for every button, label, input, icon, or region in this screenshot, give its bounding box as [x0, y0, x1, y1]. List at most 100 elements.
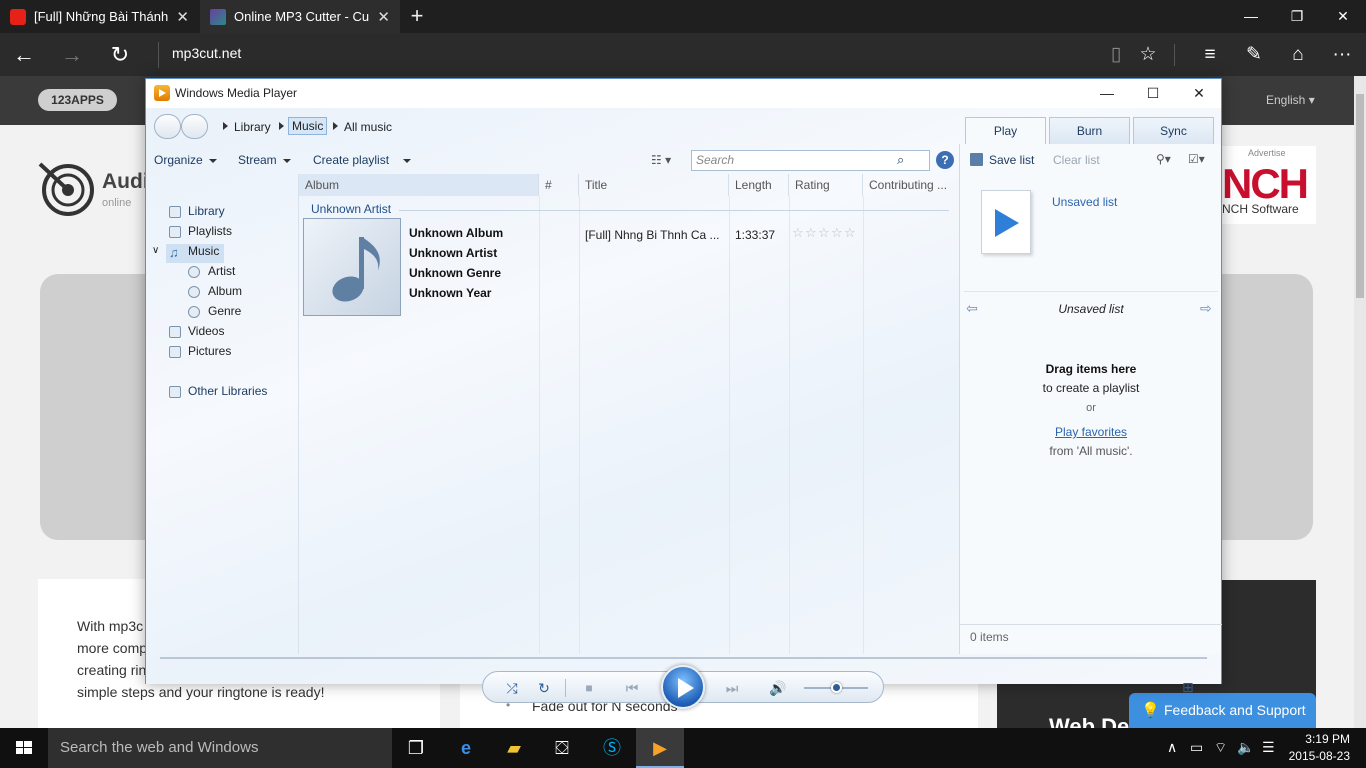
tab-title: Online MP3 Cutter - Cut — [234, 9, 369, 24]
store-icon[interactable]: ⛋ — [538, 728, 586, 768]
reading-view-icon[interactable]: ▯ — [1102, 41, 1130, 69]
nav-other-libraries[interactable]: Other Libraries — [188, 384, 267, 398]
system-clock[interactable]: 3:19 PM 2015-08-23 — [1280, 731, 1350, 765]
rating-star-icon[interactable]: ☆ — [844, 226, 857, 239]
wmp-title: Windows Media Player — [175, 86, 298, 100]
view-options-icon[interactable]: ☷ ▾ — [651, 153, 671, 167]
column-title[interactable]: Title — [579, 174, 729, 196]
edge-browser-icon[interactable]: e — [442, 728, 490, 768]
browser-tab-mp3cut[interactable]: Online MP3 Cutter - Cut ✕ — [200, 0, 400, 33]
tab-sync[interactable]: Sync — [1133, 117, 1214, 144]
play-favorites-link[interactable]: Play favorites — [960, 425, 1222, 439]
taskbar-search-input[interactable]: Search the web and Windows — [48, 728, 392, 768]
wmp-search-input[interactable]: Search — [691, 150, 930, 171]
nav-music[interactable]: Music — [188, 244, 219, 258]
breadcrumb-all-music[interactable]: All music — [344, 120, 392, 134]
column-contributing-artist[interactable]: Contributing ... — [863, 174, 959, 196]
task-view-icon[interactable]: ❐ — [392, 728, 440, 768]
clear-list-button[interactable]: Clear list — [1053, 153, 1100, 167]
play-button[interactable] — [661, 665, 705, 709]
switch-to-now-playing-icon[interactable]: ⊞ — [1182, 679, 1194, 696]
back-button[interactable]: ← — [10, 41, 38, 69]
scrollbar-thumb[interactable] — [1356, 94, 1364, 298]
nav-genre[interactable]: Genre — [208, 304, 241, 318]
column-number[interactable]: # — [539, 174, 579, 196]
wmp-minimize-button[interactable]: — — [1084, 79, 1130, 108]
nch-advertisement[interactable]: Advertise NCH NCH Software — [1216, 146, 1316, 224]
skype-icon[interactable]: Ⓢ — [588, 728, 636, 768]
stream-menu[interactable]: Stream — [238, 153, 291, 167]
wifi-icon[interactable]: ⌔ — [1214, 739, 1227, 757]
column-length[interactable]: Length — [729, 174, 789, 196]
expand-chevron-icon[interactable]: ∨ — [152, 245, 159, 256]
mute-button[interactable]: 🔊 — [769, 680, 787, 696]
wmp-back-button[interactable] — [154, 114, 181, 139]
show-hidden-icons-icon[interactable]: ∧ — [1167, 739, 1177, 756]
windows-start-icon[interactable] — [0, 728, 48, 768]
rating-star-icon[interactable]: ☆ — [792, 226, 805, 239]
tab-title: [Full] Những Bài Thánh Ca — [34, 9, 169, 24]
language-selector[interactable]: English ▾ — [1266, 93, 1315, 107]
nav-videos[interactable]: Videos — [188, 324, 224, 338]
web-note-icon[interactable]: ✎ — [1240, 41, 1268, 69]
rating-star-icon[interactable]: ☆ — [831, 226, 844, 239]
new-tab-button[interactable]: + — [404, 4, 430, 30]
repeat-button[interactable]: ↻ — [535, 680, 553, 696]
previous-button[interactable]: ⏮ — [623, 680, 641, 696]
app-subtitle: online — [102, 197, 132, 209]
shuffle-button[interactable]: ⤮ — [503, 680, 521, 696]
wmp-maximize-button[interactable]: ☐ — [1130, 79, 1176, 108]
nav-library[interactable]: Library — [188, 204, 225, 218]
list-menu-icon[interactable]: ☑▾ — [1188, 152, 1205, 166]
browser-tab-youtube[interactable]: [Full] Những Bài Thánh Ca ✕ — [0, 0, 199, 33]
tab-play[interactable]: Play — [965, 117, 1046, 144]
action-center-icon[interactable]: ☰ — [1262, 739, 1275, 756]
organize-menu[interactable]: Organize — [154, 153, 217, 167]
next-list-arrow-icon[interactable]: ⇨ — [1200, 300, 1212, 317]
playlist-play-icon — [981, 190, 1031, 254]
search-icon[interactable]: ⌕ — [897, 152, 911, 167]
close-tab-icon[interactable]: ✕ — [377, 8, 390, 26]
breadcrumb-library[interactable]: Library — [234, 120, 271, 134]
volume-slider-thumb[interactable] — [830, 682, 842, 693]
site-logo[interactable]: 123APPS — [38, 89, 117, 111]
share-icon[interactable]: ⌂ — [1284, 41, 1312, 69]
volume-icon[interactable]: 🔈 — [1237, 739, 1254, 756]
tab-burn[interactable]: Burn — [1049, 117, 1130, 144]
track-title[interactable]: [Full] Nhng Bi Thnh Ca ... — [585, 228, 727, 242]
browser-minimize-button[interactable]: — — [1228, 0, 1274, 33]
media-player-taskbar-icon[interactable]: ▶ — [636, 728, 684, 768]
favorite-star-icon[interactable]: ☆ — [1134, 41, 1162, 69]
refresh-button[interactable]: ↻ — [106, 41, 134, 69]
file-explorer-icon[interactable]: ▰ — [490, 728, 538, 768]
seek-bar[interactable] — [160, 657, 1207, 659]
forward-button[interactable]: → — [58, 41, 86, 69]
browser-close-button[interactable]: ✕ — [1320, 0, 1366, 33]
column-album[interactable]: Album — [299, 174, 539, 196]
list-options-icon[interactable]: ⚲▾ — [1156, 152, 1171, 166]
save-list-button[interactable]: Save list — [989, 153, 1034, 167]
album-art[interactable] — [303, 218, 401, 316]
close-tab-icon[interactable]: ✕ — [176, 8, 189, 26]
wmp-close-button[interactable]: ✕ — [1176, 79, 1222, 108]
battery-icon[interactable]: ▭ — [1190, 739, 1203, 756]
breadcrumb-music[interactable]: Music — [288, 117, 328, 135]
stop-button[interactable]: ■ — [580, 680, 598, 696]
url-field[interactable]: mp3cut.net — [172, 45, 241, 61]
rating-star-icon[interactable]: ☆ — [818, 226, 831, 239]
feedback-button[interactable]: 💡 Feedback and Support — [1129, 693, 1316, 728]
next-button[interactable]: ⏭ — [723, 680, 741, 696]
hub-icon[interactable]: ≡ — [1196, 41, 1224, 69]
browser-maximize-button[interactable]: ❐ — [1274, 0, 1320, 33]
track-rating[interactable]: ☆ ☆ ☆ ☆ ☆ — [792, 174, 862, 244]
wmp-forward-button[interactable] — [181, 114, 208, 139]
nav-artist[interactable]: Artist — [208, 264, 235, 278]
nav-playlists[interactable]: Playlists — [188, 224, 232, 238]
rating-star-icon[interactable]: ☆ — [805, 226, 818, 239]
create-playlist-menu[interactable]: Create playlist — [313, 153, 412, 167]
unsaved-list-title[interactable]: Unsaved list — [1052, 195, 1117, 209]
nav-pictures[interactable]: Pictures — [188, 344, 231, 358]
nav-album[interactable]: Album — [208, 284, 242, 298]
more-icon[interactable]: ··· — [1328, 41, 1356, 69]
help-icon[interactable]: ? — [936, 151, 954, 169]
